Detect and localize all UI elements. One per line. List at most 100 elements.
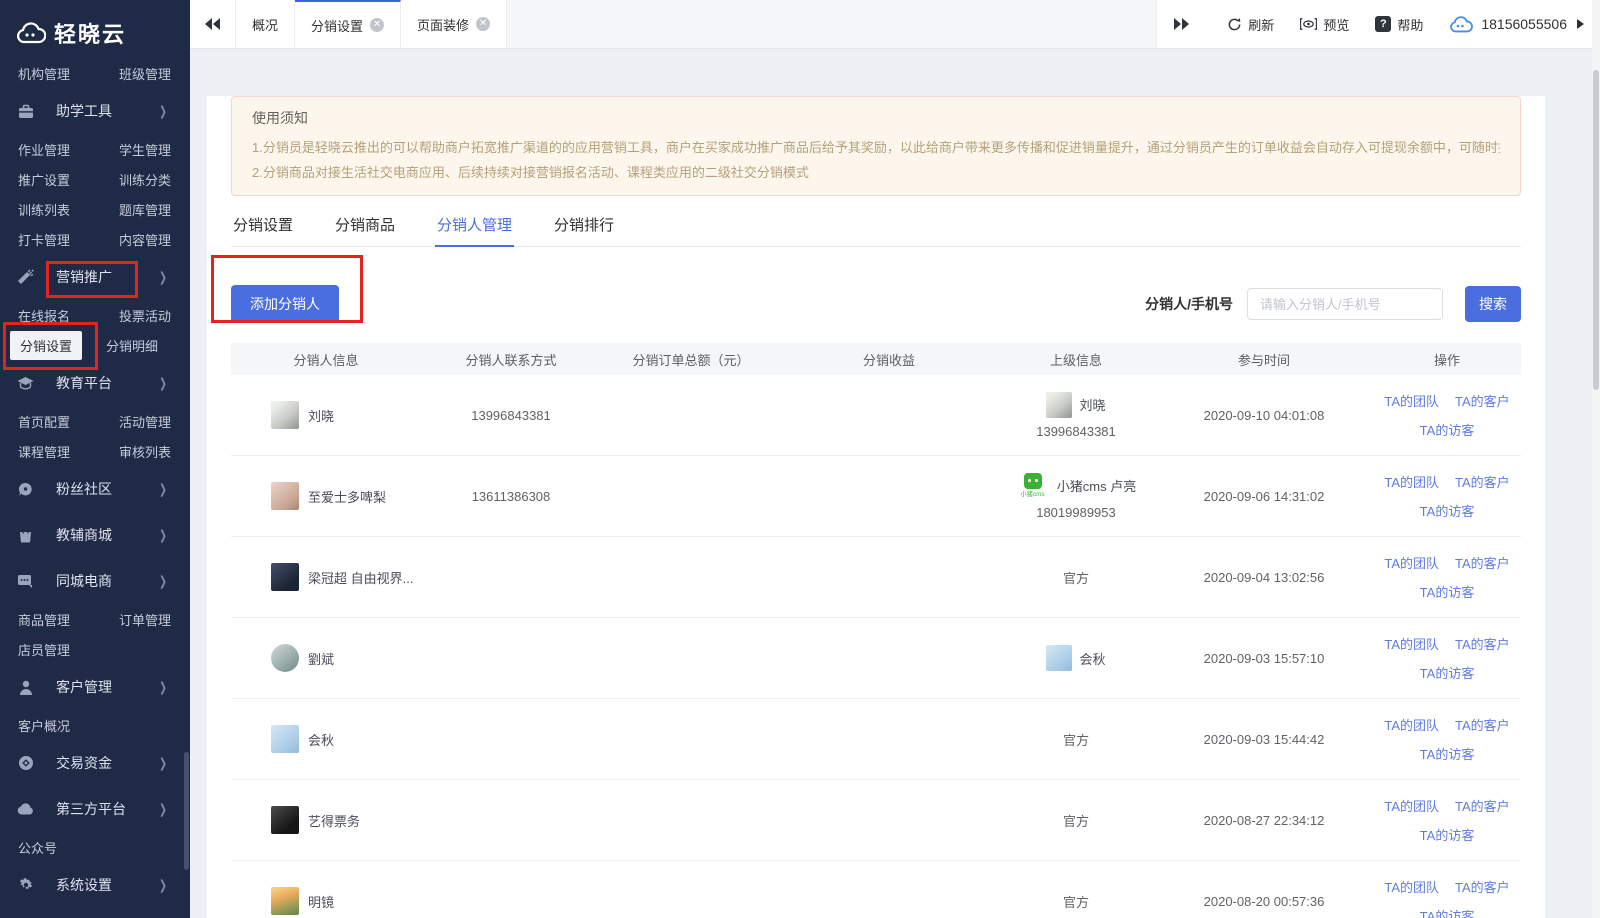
sidebar-item-在线报名[interactable]: 在线报名 xyxy=(0,306,95,325)
close-icon[interactable]: ✕ xyxy=(370,18,384,32)
upline-cell: 官方 xyxy=(997,568,1155,587)
action-link-TA的访客[interactable]: TA的访客 xyxy=(1420,582,1475,601)
sidebar-item-题库管理[interactable]: 题库管理 xyxy=(95,200,190,219)
action-link-TA的客户[interactable]: TA的客户 xyxy=(1455,553,1510,572)
add-distributor-button[interactable]: 添加分销人 xyxy=(231,285,339,323)
tab-分销设置[interactable]: 分销设置 xyxy=(231,214,295,246)
action-link-TA的团队[interactable]: TA的团队 xyxy=(1384,391,1439,410)
action-link-TA的客户[interactable]: TA的客户 xyxy=(1455,634,1510,653)
action-link-TA的访客[interactable]: TA的访客 xyxy=(1420,825,1475,844)
action-link-TA的团队[interactable]: TA的团队 xyxy=(1384,553,1439,572)
action-link-TA的团队[interactable]: TA的团队 xyxy=(1384,877,1439,896)
action-link-TA的访客[interactable]: TA的访客 xyxy=(1420,906,1475,918)
actions-cell: TA的团队 TA的客户 TA的访客 xyxy=(1373,391,1521,439)
sidebar-item-公众号[interactable]: 公众号 xyxy=(0,838,95,857)
action-link-TA的团队[interactable]: TA的团队 xyxy=(1384,634,1439,653)
sidebar-item-学生管理[interactable]: 学生管理 xyxy=(95,140,190,159)
upline-info: 刘晓13996843381 xyxy=(1036,392,1116,439)
join-time-cell: 2020-09-04 13:02:56 xyxy=(1155,570,1373,585)
sidebar-pair-row: 公众号 xyxy=(0,832,190,862)
sidebar-group-助学工具[interactable]: 助学工具❯ xyxy=(0,88,190,134)
tab-分销人管理[interactable]: 分销人管理 xyxy=(435,214,514,246)
action-link-TA的访客[interactable]: TA的访客 xyxy=(1420,420,1475,439)
sidebar-item-分销设置[interactable]: 分销设置 xyxy=(10,331,82,360)
app-root: 轻晓云 机构管理班级管理助学工具❯作业管理学生管理推广设置训练分类训练列表题库管… xyxy=(0,0,1600,918)
search-button[interactable]: 搜索 xyxy=(1465,286,1521,322)
avatar xyxy=(271,725,299,753)
action-link-TA的客户[interactable]: TA的客户 xyxy=(1455,472,1510,491)
tabs-scroll-right-button[interactable] xyxy=(1156,0,1205,48)
action-link-TA的客户[interactable]: TA的客户 xyxy=(1455,877,1510,896)
top-tab-概况[interactable]: 概况 xyxy=(236,0,295,48)
distributor-table: 分销人信息分销人联系方式分销订单总额（元）分销收益上级信息参与时间操作 刘晓13… xyxy=(231,343,1521,918)
join-time-cell: 2020-09-03 15:44:42 xyxy=(1155,732,1373,747)
sidebar-item-客户概况[interactable]: 客户概况 xyxy=(0,716,95,735)
action-link-TA的访客[interactable]: TA的访客 xyxy=(1420,744,1475,763)
refresh-button[interactable]: 刷新 xyxy=(1227,15,1274,34)
top-tab-页面装修[interactable]: 页面装修✕ xyxy=(401,0,507,48)
sidebar-group-同城电商[interactable]: 同城电商❯ xyxy=(0,558,190,604)
sidebar-item-分销明细[interactable]: 分销明细 xyxy=(82,336,177,355)
sidebar-group-第三方平台[interactable]: 第三方平台❯ xyxy=(0,786,190,832)
sidebar-item-店员管理[interactable]: 店员管理 xyxy=(0,640,95,659)
top-tab-label: 概况 xyxy=(252,15,278,34)
column-header: 参与时间 xyxy=(1155,350,1373,369)
sidebar-item-订单管理[interactable]: 订单管理 xyxy=(95,610,190,629)
sidebar-group-营销推广[interactable]: 营销推广❯ xyxy=(0,254,190,300)
sidebar-item-商品管理[interactable]: 商品管理 xyxy=(0,610,95,629)
sidebar-scrollbar-thumb[interactable] xyxy=(184,752,189,870)
sidebar-item-课程管理[interactable]: 课程管理 xyxy=(0,442,95,461)
sidebar-item-班级管理[interactable]: 班级管理 xyxy=(95,64,190,83)
action-link-TA的访客[interactable]: TA的访客 xyxy=(1420,663,1475,682)
page-scrollbar[interactable] xyxy=(1592,0,1600,918)
row-action-links: TA的团队 TA的客户 TA的访客 xyxy=(1384,715,1509,763)
sidebar-group-系统设置[interactable]: 系统设置❯ xyxy=(0,862,190,908)
sidebar-item-打卡管理[interactable]: 打卡管理 xyxy=(0,230,95,249)
search-input[interactable] xyxy=(1247,288,1443,320)
account-menu[interactable]: 18156055506 xyxy=(1449,16,1584,33)
help-button[interactable]: ? 帮助 xyxy=(1375,15,1423,34)
sidebar-group-客户管理[interactable]: 客户管理❯ xyxy=(0,664,190,710)
sidebar-group-label: 交易资金 xyxy=(56,753,158,773)
sidebar-item-训练分类[interactable]: 训练分类 xyxy=(95,170,190,189)
preview-button[interactable]: 预览 xyxy=(1300,15,1349,34)
sidebar-item-机构管理[interactable]: 机构管理 xyxy=(0,64,95,83)
close-icon[interactable]: ✕ xyxy=(476,17,490,31)
cms-logo-text: 小猪cms xyxy=(1021,489,1045,498)
sidebar-item-首页配置[interactable]: 首页配置 xyxy=(0,412,95,431)
action-link-TA的团队[interactable]: TA的团队 xyxy=(1384,715,1439,734)
top-tab-分销设置[interactable]: 分销设置✕ xyxy=(295,0,401,48)
sidebar-item-训练列表[interactable]: 训练列表 xyxy=(0,200,95,219)
sidebar-pair-row: 训练列表题库管理 xyxy=(0,194,190,224)
action-link-TA的客户[interactable]: TA的客户 xyxy=(1455,391,1510,410)
distributor-name: 艺得票务 xyxy=(308,811,360,830)
action-link-TA的访客[interactable]: TA的访客 xyxy=(1420,501,1475,520)
sidebar-item-作业管理[interactable]: 作业管理 xyxy=(0,140,95,159)
sidebar-group-交易资金[interactable]: 交易资金❯ xyxy=(0,740,190,786)
table-row: 明镜官方2020-08-20 00:57:36TA的团队TA的客户TA的访客 xyxy=(231,861,1521,918)
tabs-scroll-left-button[interactable] xyxy=(190,0,236,48)
page-scrollbar-thumb[interactable] xyxy=(1593,70,1599,390)
tab-分销商品[interactable]: 分销商品 xyxy=(333,214,397,246)
notice-line-1: 1.分销员是轻晓云推出的可以帮助商户拓宽推广渠道的的应用营销工具，商户在买家成功… xyxy=(252,135,1500,160)
action-link-TA的团队[interactable]: TA的团队 xyxy=(1384,796,1439,815)
avatar xyxy=(271,563,299,591)
sidebar-item-内容管理[interactable]: 内容管理 xyxy=(95,230,190,249)
sidebar-pair-row: 推广设置训练分类 xyxy=(0,164,190,194)
sidebar-item-审核列表[interactable]: 审核列表 xyxy=(95,442,190,461)
sidebar-group-教辅商城[interactable]: 教辅商城❯ xyxy=(0,512,190,558)
action-link-TA的客户[interactable]: TA的客户 xyxy=(1455,796,1510,815)
sidebar-item-活动管理[interactable]: 活动管理 xyxy=(95,412,190,431)
sidebar-item-推广设置[interactable]: 推广设置 xyxy=(0,170,95,189)
tab-分销排行[interactable]: 分销排行 xyxy=(552,214,616,246)
cloud-icon xyxy=(17,801,34,818)
sidebar-item-投票活动[interactable]: 投票活动 xyxy=(95,306,190,325)
sidebar-pair-row: 课程管理审核列表 xyxy=(0,436,190,466)
column-header: 分销订单总额（元） xyxy=(601,350,781,369)
sidebar-group-partial xyxy=(0,908,190,918)
content-card: 使用须知 1.分销员是轻晓云推出的可以帮助商户拓宽推广渠道的的应用营销工具，商户… xyxy=(207,96,1545,918)
action-link-TA的团队[interactable]: TA的团队 xyxy=(1384,472,1439,491)
action-link-TA的客户[interactable]: TA的客户 xyxy=(1455,715,1510,734)
sidebar-group-教育平台[interactable]: 教育平台❯ xyxy=(0,360,190,406)
sidebar-group-粉丝社区[interactable]: 粉丝社区❯ xyxy=(0,466,190,512)
